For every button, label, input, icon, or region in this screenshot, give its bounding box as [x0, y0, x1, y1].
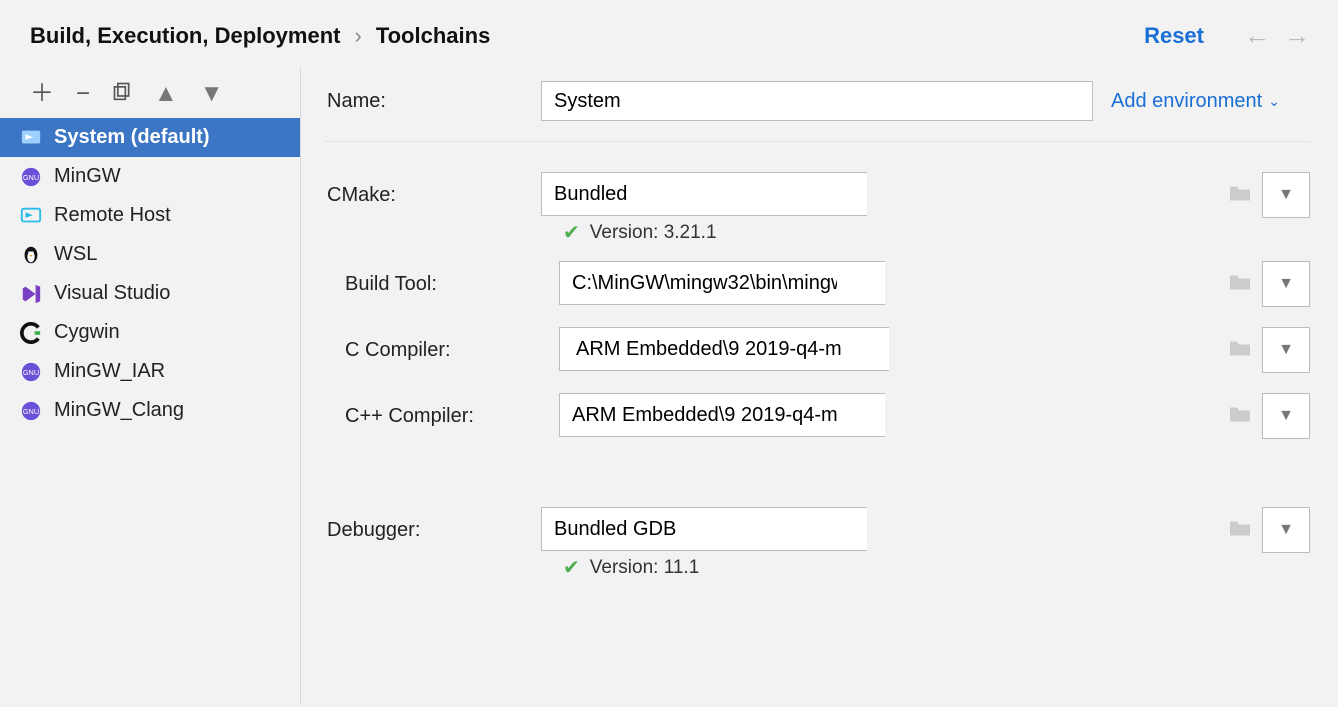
toolchain-sidebar: ＋ − ▲ ▼ System (default) GNU MinGW — [0, 67, 301, 704]
cmake-dropdown[interactable]: ▼ — [1262, 172, 1310, 218]
list-item-label: MinGW — [54, 165, 121, 188]
list-item-label: Remote Host — [54, 204, 171, 227]
list-item-label: MinGW_IAR — [54, 360, 165, 383]
settings-header: Build, Execution, Deployment › Toolchain… — [0, 0, 1338, 67]
toolchain-list: System (default) GNU MinGW Remote Host W… — [0, 118, 300, 430]
reset-link[interactable]: Reset — [1144, 23, 1204, 49]
divider — [325, 141, 1310, 142]
visual-studio-icon — [20, 283, 42, 305]
toolchain-item-wsl[interactable]: WSL — [0, 235, 300, 274]
checkmark-icon: ✔ — [563, 555, 580, 580]
cmake-status: ✔ Version: 3.21.1 — [563, 220, 1310, 245]
folder-icon[interactable] — [1228, 518, 1252, 543]
gnu-icon: GNU — [20, 400, 42, 422]
move-down-icon[interactable]: ▼ — [200, 82, 224, 106]
back-arrow-icon[interactable]: ← — [1244, 20, 1270, 51]
toolchain-item-visual-studio[interactable]: Visual Studio — [0, 274, 300, 313]
breadcrumb: Build, Execution, Deployment › Toolchain… — [30, 23, 490, 49]
cmake-label: CMake: — [325, 184, 541, 207]
debugger-label: Debugger: — [325, 519, 541, 542]
toolchain-item-remote-host[interactable]: Remote Host — [0, 196, 300, 235]
penguin-icon — [20, 244, 42, 266]
system-icon — [20, 127, 42, 149]
debugger-version-text: Version: 11.1 — [590, 557, 700, 579]
remote-host-icon — [20, 205, 42, 227]
folder-icon[interactable] — [1228, 183, 1252, 208]
debugger-status: ✔ Version: 11.1 — [563, 555, 1310, 580]
folder-icon[interactable] — [1228, 404, 1252, 429]
list-item-label: System (default) — [54, 126, 210, 149]
svg-text:GNU: GNU — [23, 172, 39, 181]
toolchain-item-system[interactable]: System (default) — [0, 118, 300, 157]
cygwin-icon — [20, 322, 42, 344]
name-label: Name: — [325, 90, 541, 113]
breadcrumb-parent[interactable]: Build, Execution, Deployment — [30, 23, 340, 49]
checkmark-icon: ✔ — [563, 220, 580, 245]
build-tool-dropdown[interactable]: ▼ — [1262, 261, 1310, 307]
list-item-label: WSL — [54, 243, 97, 266]
sidebar-toolbar: ＋ − ▲ ▼ — [0, 71, 300, 118]
add-environment-label: Add environment — [1111, 90, 1262, 113]
copy-icon[interactable] — [112, 81, 132, 106]
list-item-label: Visual Studio — [54, 282, 170, 305]
name-input[interactable] — [541, 81, 1093, 121]
cpp-compiler-dropdown[interactable]: ▼ — [1262, 393, 1310, 439]
c-compiler-input[interactable] — [559, 327, 889, 371]
toolchain-item-mingw-clang[interactable]: GNU MinGW_Clang — [0, 391, 300, 430]
forward-arrow-icon[interactable]: → — [1284, 20, 1310, 51]
cmake-input[interactable] — [541, 172, 867, 216]
toolchain-item-mingw[interactable]: GNU MinGW — [0, 157, 300, 196]
gnu-icon: GNU — [20, 361, 42, 383]
chevron-down-icon: ⌄ — [1268, 93, 1280, 110]
debugger-dropdown[interactable]: ▼ — [1262, 507, 1310, 553]
folder-icon[interactable] — [1228, 272, 1252, 297]
toolchain-config-panel: Name: Add environment ⌄ CMake: ▼ ✔ — [301, 67, 1338, 704]
breadcrumb-current: Toolchains — [376, 23, 491, 49]
build-tool-input[interactable] — [559, 261, 885, 305]
c-compiler-label: C Compiler: — [325, 339, 559, 362]
move-up-icon[interactable]: ▲ — [154, 82, 178, 106]
toolchain-item-cygwin[interactable]: Cygwin — [0, 313, 300, 352]
list-item-label: Cygwin — [54, 321, 120, 344]
svg-text:GNU: GNU — [23, 367, 39, 376]
cpp-compiler-input[interactable] — [559, 393, 885, 437]
cmake-version-text: Version: 3.21.1 — [590, 222, 717, 244]
build-tool-label: Build Tool: — [325, 273, 559, 296]
cpp-compiler-label: C++ Compiler: — [325, 405, 559, 428]
gnu-icon: GNU — [20, 166, 42, 188]
folder-icon[interactable] — [1228, 338, 1252, 363]
svg-text:GNU: GNU — [23, 406, 39, 415]
list-item-label: MinGW_Clang — [54, 399, 184, 422]
toolchain-item-mingw-iar[interactable]: GNU MinGW_IAR — [0, 352, 300, 391]
debugger-input[interactable] — [541, 507, 867, 551]
c-compiler-dropdown[interactable]: ▼ — [1262, 327, 1310, 373]
chevron-right-icon: › — [354, 23, 361, 49]
add-icon[interactable]: ＋ — [30, 82, 54, 106]
remove-icon[interactable]: − — [76, 82, 90, 106]
add-environment-link[interactable]: Add environment ⌄ — [1111, 90, 1280, 113]
